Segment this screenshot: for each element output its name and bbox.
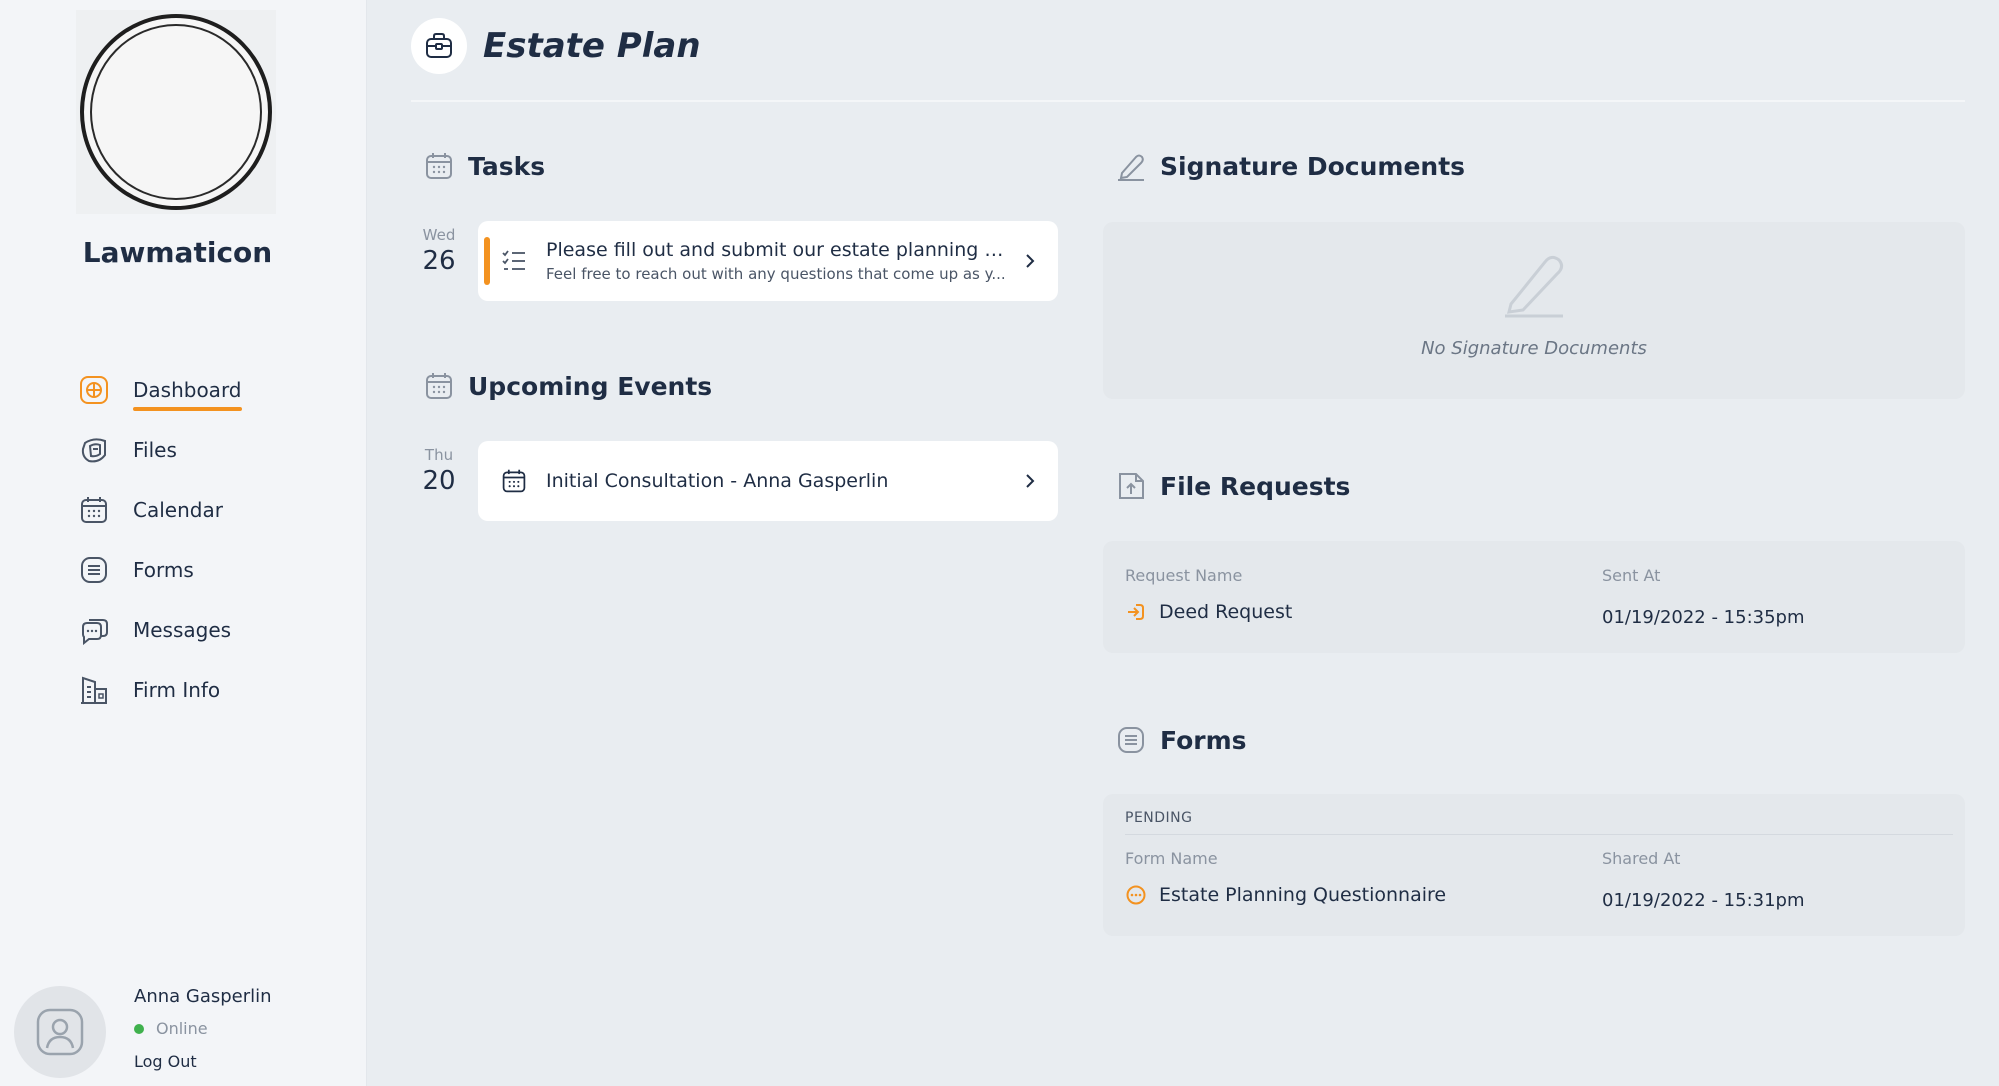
page-header: Estate Plan xyxy=(411,18,701,74)
forms-icon xyxy=(1114,723,1148,757)
sidebar-item-label: Files xyxy=(133,438,177,462)
page-title: Estate Plan xyxy=(483,26,701,66)
event-date: Thu 20 xyxy=(411,446,467,496)
sidebar-item-label: Forms xyxy=(133,558,194,582)
form-shared-at: 01/19/2022 - 15:31pm xyxy=(1602,890,1805,911)
online-indicator xyxy=(134,1023,144,1034)
pending-icon xyxy=(1125,884,1147,906)
section-label: File Requests xyxy=(1160,471,1351,501)
sidebar: Lawmaticon Dashboard Files Calendar Form… xyxy=(0,0,367,1086)
file-requests-section-title: File Requests xyxy=(1114,469,1350,503)
sidebar-item-dashboard[interactable]: Dashboard xyxy=(78,368,318,412)
sidebar-item-label: Dashboard xyxy=(133,378,242,411)
form-name: Estate Planning Questionnaire xyxy=(1159,884,1447,906)
task-day: 26 xyxy=(422,246,456,276)
event-day: 20 xyxy=(422,466,456,496)
calendar-icon xyxy=(498,465,530,497)
user-name: Anna Gasperlin xyxy=(134,986,272,1007)
request-sent-at: 01/19/2022 - 15:35pm xyxy=(1602,607,1805,628)
sidebar-item-forms[interactable]: Forms xyxy=(78,548,318,592)
avatar[interactable] xyxy=(14,986,106,1078)
firm-name: Lawmaticon xyxy=(82,236,273,269)
sidebar-item-label: Firm Info xyxy=(133,678,221,702)
chevron-right-icon xyxy=(1020,471,1040,491)
calendar-icon xyxy=(78,494,110,526)
status-badge: Online xyxy=(134,1019,208,1038)
sidebar-item-label: Messages xyxy=(133,618,232,642)
signature-section-title: Signature Documents xyxy=(1114,149,1465,183)
briefcase-icon xyxy=(411,18,467,74)
column-header-shared-at: Shared At xyxy=(1602,849,1681,868)
forms-table: PENDING Form Name Shared At Estate Plann… xyxy=(1103,794,1965,936)
user-profile: Anna Gasperlin Online Log Out xyxy=(14,986,354,1086)
column-header-form-name: Form Name xyxy=(1125,849,1218,868)
sidebar-item-firm-info[interactable]: Firm Info xyxy=(78,668,318,712)
chevron-right-icon xyxy=(1020,251,1040,271)
firm-logo xyxy=(76,10,276,214)
status-text: Online xyxy=(156,1019,208,1038)
sidebar-item-calendar[interactable]: Calendar xyxy=(78,488,318,532)
column-header-request-name: Request Name xyxy=(1125,566,1243,585)
empty-state-text: No Signature Documents xyxy=(1421,338,1647,359)
event-card[interactable]: Initial Consultation - Anna Gasperlin xyxy=(478,441,1058,521)
tasks-section-title: Tasks xyxy=(422,149,545,183)
files-icon xyxy=(78,434,110,466)
file-requests-table: Request Name Sent At Deed Request 01/19/… xyxy=(1103,541,1965,653)
logout-link[interactable]: Log Out xyxy=(134,1052,197,1071)
checklist-icon xyxy=(498,245,530,277)
event-title: Initial Consultation - Anna Gasperlin xyxy=(546,470,889,492)
user-placeholder-icon xyxy=(36,1008,84,1056)
section-label: Tasks xyxy=(468,151,546,181)
sidebar-item-label: Calendar xyxy=(133,498,223,522)
column-header-sent-at: Sent At xyxy=(1602,566,1661,585)
forms-icon xyxy=(78,554,110,586)
table-row[interactable]: Deed Request xyxy=(1125,601,1292,623)
section-label: Forms xyxy=(1160,725,1247,755)
request-name: Deed Request xyxy=(1159,601,1293,623)
section-label: Signature Documents xyxy=(1160,151,1466,181)
forms-section-title: Forms xyxy=(1114,723,1247,757)
pen-icon xyxy=(1114,149,1148,183)
sidebar-item-messages[interactable]: Messages xyxy=(78,608,318,652)
section-label: Upcoming Events xyxy=(468,371,713,401)
signature-documents-panel: No Signature Documents xyxy=(1103,222,1965,399)
header-divider xyxy=(411,100,1965,102)
sidebar-item-files[interactable]: Files xyxy=(78,428,318,472)
pending-group-label: PENDING xyxy=(1125,810,1193,826)
task-weekday: Wed xyxy=(422,226,456,244)
table-row[interactable]: Estate Planning Questionnaire xyxy=(1125,884,1446,906)
file-upload-icon xyxy=(1114,469,1148,503)
task-title: Please fill out and submit our estate pl… xyxy=(546,239,1008,261)
messages-icon xyxy=(78,614,110,646)
task-card[interactable]: Please fill out and submit our estate pl… xyxy=(478,221,1058,301)
event-weekday: Thu xyxy=(424,446,454,464)
task-priority-bar xyxy=(484,237,490,285)
events-section-title: Upcoming Events xyxy=(422,369,712,403)
building-icon xyxy=(78,674,110,706)
task-subtitle: Feel free to reach out with any question… xyxy=(546,265,1006,283)
dashboard-icon xyxy=(78,374,110,406)
calendar-icon xyxy=(422,149,456,183)
calendar-icon xyxy=(422,369,456,403)
arrow-in-icon xyxy=(1125,601,1147,623)
task-date: Wed 26 xyxy=(411,226,467,276)
pen-icon xyxy=(1501,248,1567,322)
divider xyxy=(1125,834,1953,835)
